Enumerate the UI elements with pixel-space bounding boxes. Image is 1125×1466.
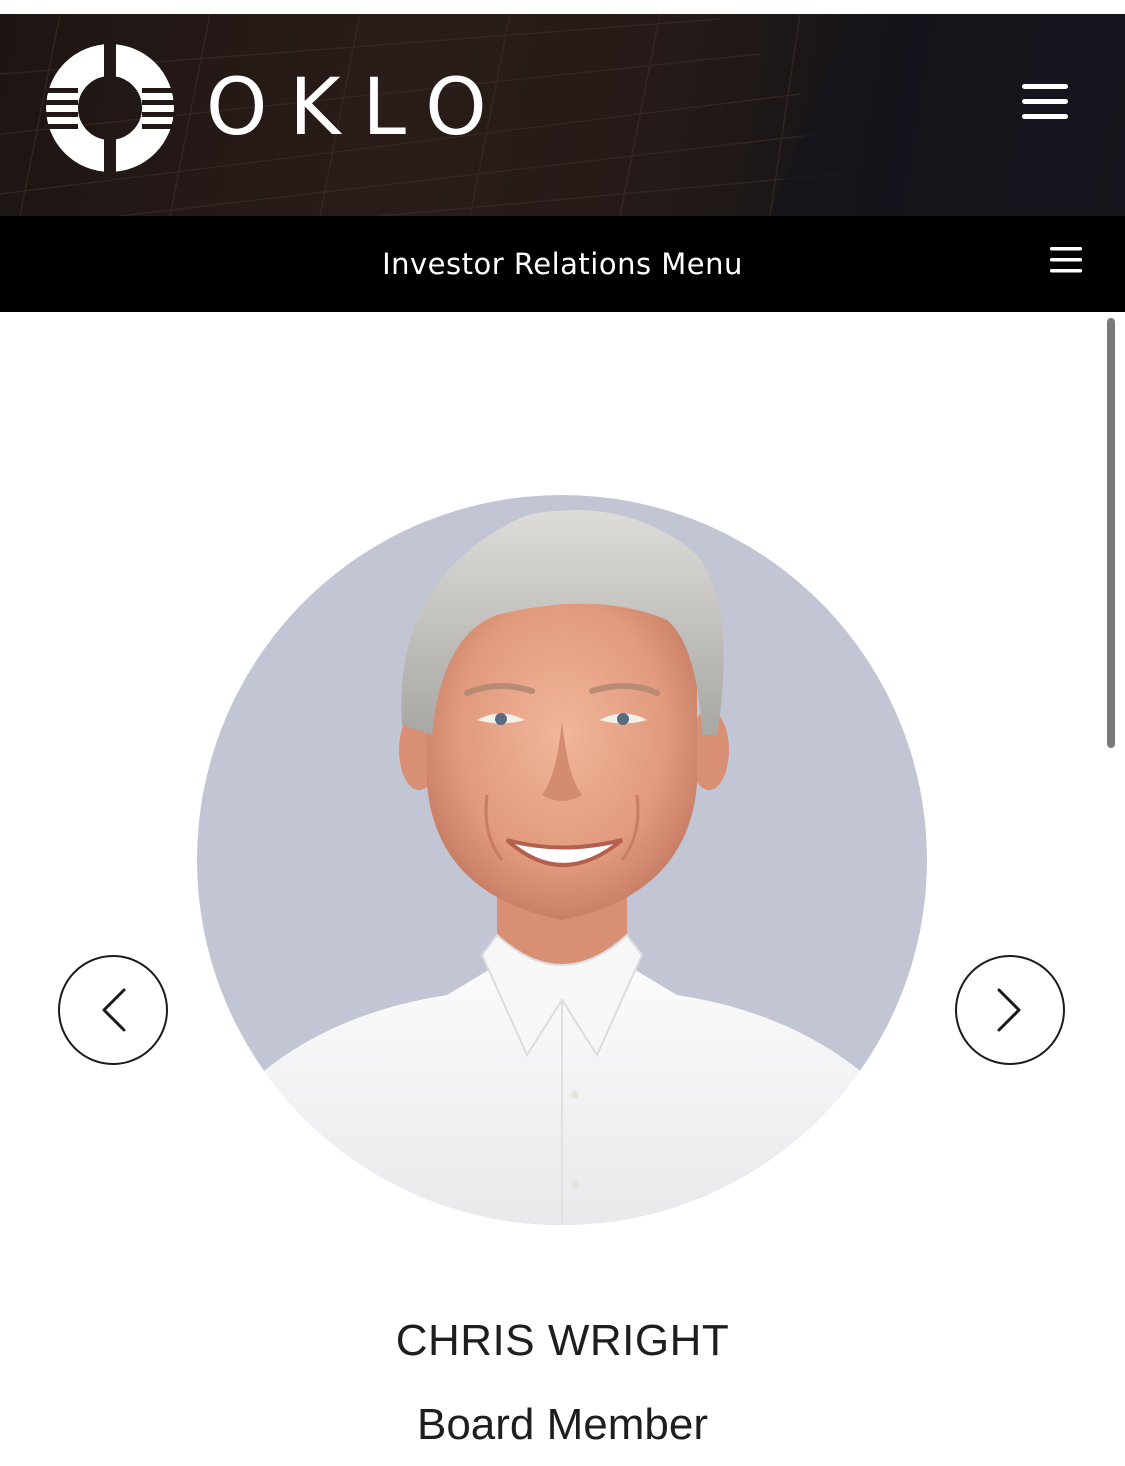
- board-member-portrait: [197, 495, 927, 1225]
- chevron-left-icon: [102, 988, 126, 1032]
- hamburger-menu-icon[interactable]: [1046, 244, 1086, 278]
- next-member-button[interactable]: [955, 955, 1065, 1065]
- logo-wordmark: OKLO: [206, 63, 509, 153]
- investor-relations-menu-bar[interactable]: Investor Relations Menu: [0, 216, 1125, 312]
- top-strip: [0, 0, 1125, 14]
- main-menu-button[interactable]: [1014, 80, 1076, 124]
- portrait-image: [197, 495, 927, 1225]
- oklo-ring-logo-icon: [44, 42, 176, 174]
- member-role: Board Member: [416, 1400, 708, 1449]
- chevron-right-icon: [997, 988, 1021, 1032]
- investor-relations-menu-label: Investor Relations Menu: [382, 247, 743, 281]
- page: OKLO Investor Relations Menu CHRIS WRIGH…: [0, 0, 1125, 1466]
- previous-member-button[interactable]: [58, 955, 168, 1065]
- site-header: OKLO: [0, 14, 1125, 216]
- hamburger-menu-icon: [1022, 84, 1068, 119]
- member-name: CHRIS WRIGHT: [395, 1316, 730, 1365]
- page-scrollbar[interactable]: [1107, 318, 1115, 748]
- oklo-logo[interactable]: OKLO: [44, 42, 509, 174]
